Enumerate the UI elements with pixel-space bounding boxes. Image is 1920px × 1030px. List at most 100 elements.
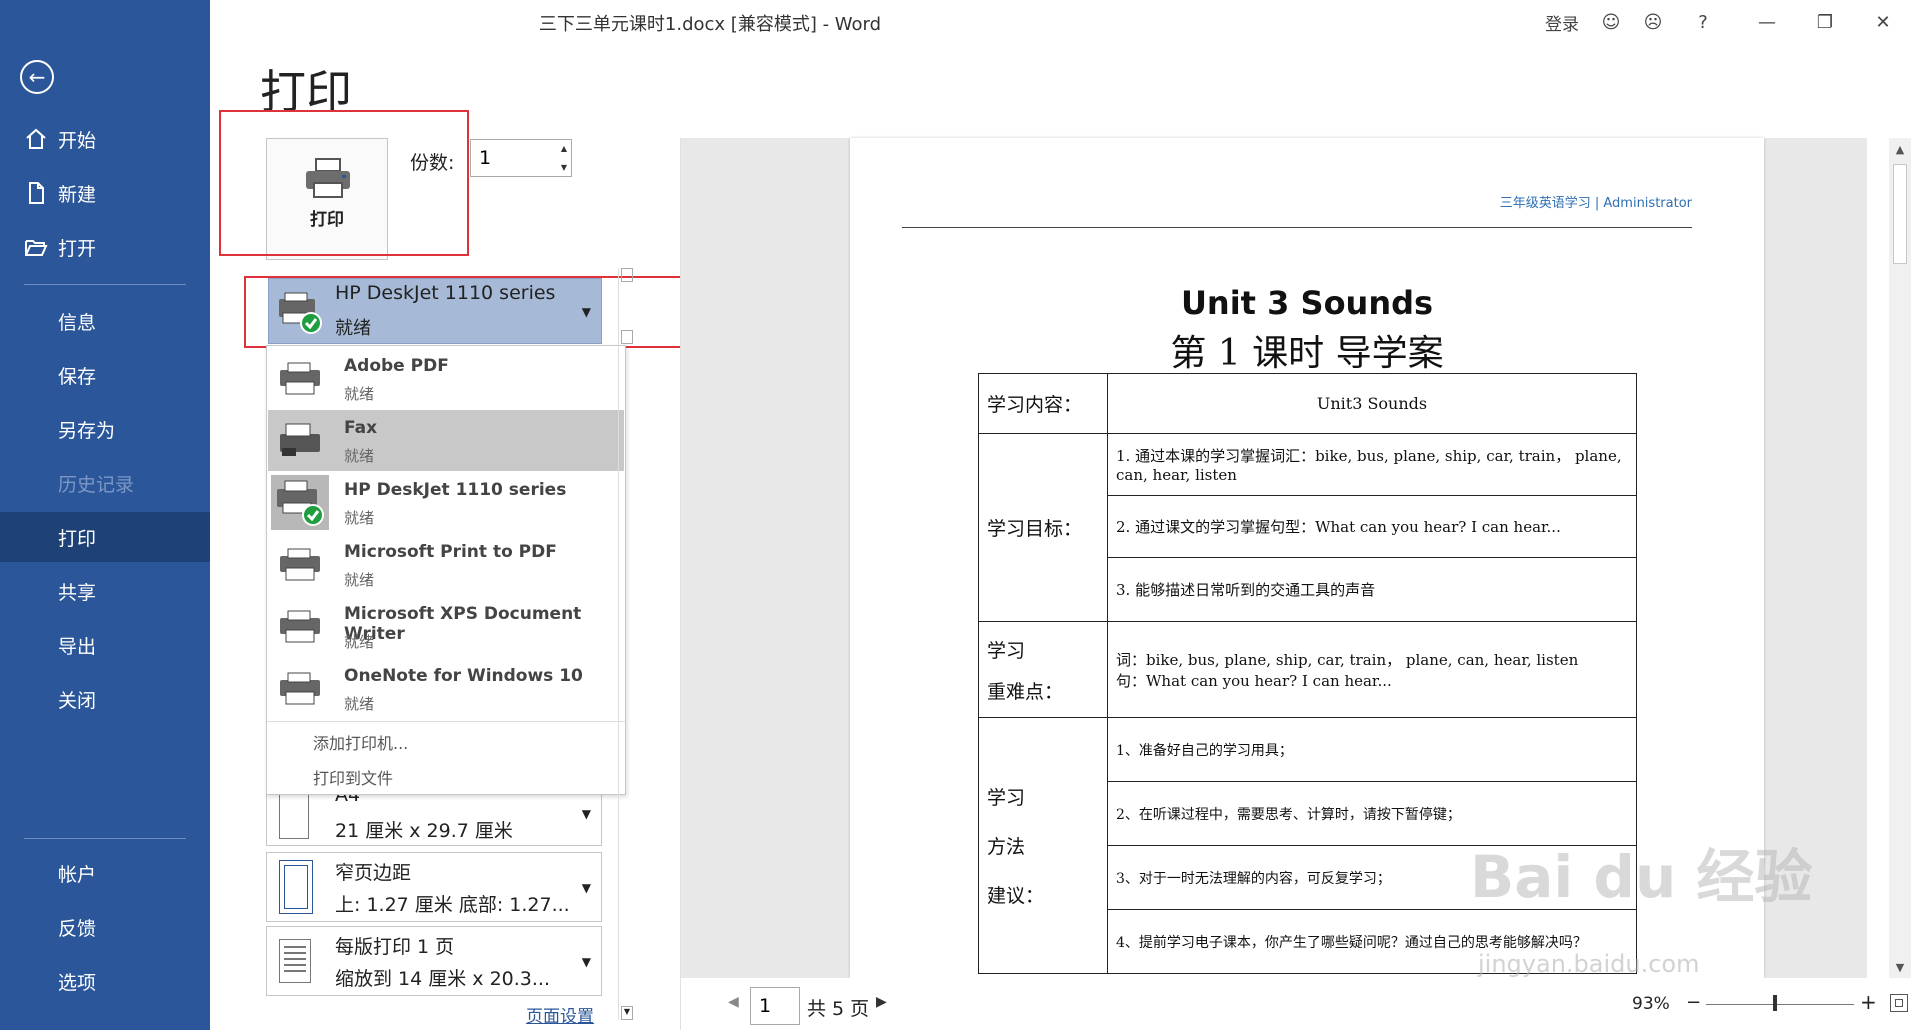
page-count: 共 5 页 [807,998,870,1020]
minimize-icon[interactable]: — [1750,8,1784,36]
smile-feedback-icon[interactable]: ☺ [1596,8,1626,36]
pages-per-sheet-select[interactable]: 每版打印 1 页 缩放到 14 厘米 x 20.3... ▼ [266,926,602,996]
preview-scrollbar[interactable]: ▲ ▼ [1889,138,1911,978]
add-printer-command[interactable]: 添加打印机... [313,730,408,754]
printer-name: Microsoft Print to PDF [344,542,557,562]
table-cell: 1、准备好自己的学习用具； [1107,717,1637,782]
printer-option-microsoft-print-to-pdf[interactable]: Microsoft Print to PDF 就绪 [268,534,624,595]
sidebar-item-print[interactable]: 打印 [0,512,210,562]
next-page-icon[interactable]: ▶ [876,994,887,1010]
help-icon[interactable]: ? [1688,8,1718,36]
table-cell: 学习内容： [978,373,1108,434]
sidebar-item-options[interactable]: 选项 [0,956,210,1006]
highlight-box-print [219,110,469,256]
copies-down-icon[interactable]: ▼ [558,160,570,174]
cell-line: 重难点： [987,680,1064,703]
pages-per-sheet-scale: 缩放到 14 厘米 x 20.3... [335,968,551,990]
printer-option-onenote[interactable]: OneNote for Windows 10 就绪 [268,658,624,719]
fit-page-icon[interactable] [1890,994,1908,1012]
sidebar-item-label: 历史记录 [58,473,135,496]
sidebar-item-open[interactable]: 打开 [0,222,210,272]
paper-size-dimensions: 21 厘米 x 29.7 厘米 [335,820,513,842]
cell-line: 学习 [987,639,1026,662]
pages-per-sheet-name: 每版打印 1 页 [335,936,455,958]
back-arrow-icon[interactable]: ← [20,60,54,94]
frown-feedback-icon[interactable]: ☹ [1638,8,1668,36]
printer-option-fax[interactable]: Fax 就绪 [268,410,624,471]
cell-line: 句：What can you hear? I can hear... [1116,671,1392,690]
chevron-down-icon: ▼ [581,955,591,969]
printer-icon [280,548,320,581]
printer-name: Adobe PDF [344,356,449,376]
margins-values: 上: 1.27 厘米 底部: 1.27... [335,894,570,916]
table-cell: 3. 能够描述日常听到的交通工具的声音 [1107,557,1637,622]
zoom-slider-track[interactable] [1706,1004,1854,1005]
printer-ready-icon [271,475,329,530]
zoom-in-button[interactable]: + [1860,990,1877,1014]
window-title: 三下三单元课时1.docx [兼容模式] - Word [538,14,882,35]
sidebar-item-label: 另存为 [58,419,116,442]
printer-name: Microsoft XPS Document Writer [344,604,582,644]
scroll-up-icon[interactable]: ▲ [1889,138,1911,160]
margins-name: 窄页边距 [335,862,412,884]
copies-input[interactable] [470,139,572,177]
sidebar-item-share[interactable]: 共享 [0,566,210,616]
print-to-file-command[interactable]: 打印到文件 [313,765,393,789]
document-title: Unit 3 Sounds [1180,284,1434,322]
cell-line: 词：bike, bus, plane, ship, car, train， pl… [1116,650,1579,669]
printer-status: 就绪 [344,633,375,651]
table-cell: 学习目标： [978,433,1108,622]
zoom-slider-thumb[interactable] [1773,995,1777,1011]
sidebar-item-close[interactable]: 关闭 [0,674,210,724]
chevron-down-icon: ▼ [581,881,591,895]
printer-option-microsoft-xps[interactable]: Microsoft XPS Document Writer 就绪 [268,596,624,657]
printer-status: 就绪 [344,571,375,589]
page-header: 三年级英语学习 | Administrator [1499,196,1692,211]
watermark-logo: Bai du 经验 [1470,843,1813,911]
sidebar-item-label: 帐户 [58,863,97,886]
sidebar-item-info[interactable]: 信息 [0,296,210,346]
restore-icon[interactable]: ❐ [1808,8,1842,36]
sign-in-link[interactable]: 登录 [1540,8,1584,36]
page-setup-link[interactable]: 页面设置 [526,1002,594,1027]
printer-icon [280,672,320,705]
zoom-out-button[interactable]: − [1686,992,1701,1013]
margins-icon [279,860,313,914]
margins-select[interactable]: 窄页边距 上: 1.27 厘米 底部: 1.27... ▼ [266,852,602,922]
copies-up-icon[interactable]: ▲ [558,141,570,155]
page-number-input[interactable] [750,987,800,1025]
table-cell: Unit3 Sounds [1107,373,1637,434]
printer-icon [280,362,320,395]
printer-option-adobe-pdf[interactable]: Adobe PDF 就绪 [268,348,624,409]
home-icon [26,128,46,149]
sidebar-item-save-as[interactable]: 另存为 [0,404,210,454]
settings-scrollbar[interactable]: ▼ [618,268,635,1020]
sidebar-item-account[interactable]: 帐户 [0,848,210,898]
table-cell: 2. 通过课文的学习掌握句型：What can you hear? I can … [1107,495,1637,558]
printer-name: HP DeskJet 1110 series [344,480,567,500]
backstage-sidebar: ← 开始 新建 打开 信息 保存 另存为 历史记录 打印 共享 导出 关闭 帐户… [0,0,210,1030]
sidebar-item-label: 导出 [58,635,97,658]
sidebar-item-label: 反馈 [58,917,97,940]
scroll-down-icon[interactable]: ▼ [1889,956,1911,978]
chevron-down-icon: ▼ [581,807,591,821]
sidebar-item-feedback[interactable]: 反馈 [0,902,210,952]
previous-page-icon[interactable]: ◀ [728,994,739,1010]
scroll-thumb[interactable] [1893,164,1907,264]
sidebar-item-home[interactable]: 开始 [0,114,210,164]
close-window-icon[interactable]: ✕ [1866,8,1900,36]
sidebar-item-label: 共享 [58,581,97,604]
list-divider [267,721,625,722]
table-cell: 学习 重难点： [978,621,1108,718]
sidebar-item-label: 信息 [58,311,97,334]
sidebar-item-label: 打开 [58,237,97,260]
printer-icon [280,610,320,643]
sidebar-item-label: 保存 [58,365,97,388]
sidebar-item-export[interactable]: 导出 [0,620,210,670]
sidebar-item-label: 打印 [58,527,97,550]
sidebar-item-save[interactable]: 保存 [0,350,210,400]
sidebar-item-new[interactable]: 新建 [0,168,210,218]
table-cell: 学习 方法 建议： [978,717,1108,974]
printer-option-hp-deskjet[interactable]: HP DeskJet 1110 series 就绪 [268,472,624,533]
printer-status: 就绪 [344,509,375,527]
